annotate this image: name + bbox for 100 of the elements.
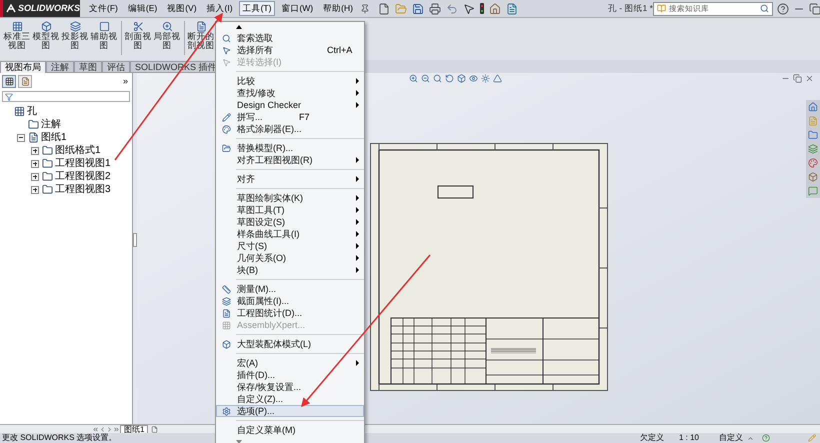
- menu-item[interactable]: 文件(F): [85, 1, 122, 16]
- list-icon[interactable]: [506, 2, 518, 14]
- printer-icon[interactable]: [428, 2, 441, 14]
- expand-icon[interactable]: [31, 172, 39, 180]
- house-icon[interactable]: [488, 2, 501, 14]
- tree-item[interactable]: 工程图视图1: [55, 158, 111, 168]
- menu-item[interactable]: 插件(D)...: [216, 369, 364, 381]
- layers-icon[interactable]: [808, 144, 818, 154]
- tree-item[interactable]: 工程图视图3: [55, 184, 111, 194]
- toolbar-button[interactable]: 剖面视图: [124, 21, 152, 50]
- tab[interactable]: 草图: [74, 61, 102, 73]
- pointer-icon[interactable]: [462, 2, 475, 14]
- sheet-tab[interactable]: 图纸1: [120, 424, 148, 434]
- filter-field[interactable]: [2, 91, 130, 102]
- eye-icon[interactable]: [469, 74, 478, 83]
- expand-icon[interactable]: [31, 186, 39, 194]
- folder-icon[interactable]: [808, 130, 818, 140]
- menu-item[interactable]: 套索选取: [216, 32, 364, 44]
- menu-item[interactable]: 查找/修改: [216, 87, 364, 99]
- next-icon[interactable]: [106, 426, 113, 432]
- previous-icon[interactable]: [99, 426, 106, 432]
- menu-item[interactable]: 自定义菜单(M): [216, 424, 364, 436]
- toolbar-button[interactable]: 局部视图: [153, 21, 181, 50]
- help-icon[interactable]: [776, 2, 789, 14]
- layers-icon: [70, 21, 80, 32]
- toolbar-button[interactable]: 标准三视图: [3, 21, 31, 50]
- menu-item[interactable]: 选项(P)...: [216, 405, 364, 417]
- sun-icon[interactable]: [481, 74, 490, 83]
- property-tab[interactable]: [18, 75, 32, 88]
- collapse-button[interactable]: »: [122, 77, 128, 86]
- expand-icon[interactable]: [31, 160, 39, 168]
- search-icon[interactable]: [433, 74, 442, 83]
- zoom-out-icon[interactable]: [421, 74, 430, 83]
- splitter-handle[interactable]: [133, 233, 137, 247]
- pin-icon[interactable]: [360, 4, 370, 14]
- menu-item[interactable]: 块(B): [216, 264, 364, 276]
- new-file-icon[interactable]: [378, 2, 390, 14]
- undo-icon[interactable]: [446, 2, 458, 14]
- tree-item[interactable]: 孔: [27, 106, 37, 116]
- menu-item[interactable]: 选择所有 Ctrl+A: [216, 44, 364, 56]
- tab[interactable]: 注解: [46, 61, 74, 73]
- tree-item[interactable]: 注解: [41, 120, 61, 130]
- tree-item[interactable]: 图纸1: [41, 132, 67, 142]
- cube-icon[interactable]: [808, 172, 818, 182]
- toolbar-button[interactable]: 模型视图: [32, 21, 60, 50]
- tree-view-tab[interactable]: [2, 75, 16, 88]
- menu-item[interactable]: 草图设定(S): [216, 216, 364, 228]
- menu-item[interactable]: 替换模型(R)...: [216, 142, 364, 154]
- menu-item[interactable]: 截面属性(I)...: [216, 295, 364, 307]
- menu-item[interactable]: Design Checker: [216, 99, 364, 111]
- menu-item[interactable]: 宏(A): [216, 357, 364, 369]
- window-title: 孔 - 图纸1 *: [608, 2, 653, 15]
- collapse-icon[interactable]: [17, 134, 25, 142]
- restore-icon[interactable]: [808, 2, 820, 14]
- caret-icon[interactable]: [747, 434, 754, 442]
- menu-item[interactable]: 格式涂刷器(E)...: [216, 123, 364, 135]
- menu-item[interactable]: 对齐工程图视图(R): [216, 154, 364, 166]
- menu-item[interactable]: 样条曲线工具(I): [216, 228, 364, 240]
- menu-item[interactable]: 比较: [216, 75, 364, 87]
- menu-item[interactable]: 对齐: [216, 173, 364, 185]
- scroll-down-icon[interactable]: [236, 440, 242, 443]
- save-icon[interactable]: [412, 2, 424, 14]
- menu-item[interactable]: 视图(V): [163, 1, 201, 16]
- menu-item[interactable]: 插入(I): [202, 1, 237, 16]
- menu-item[interactable]: 草图工具(T): [216, 204, 364, 216]
- menu-item[interactable]: 保存/恢复设置...: [216, 381, 364, 393]
- help-icon[interactable]: [762, 434, 770, 442]
- toolbar-button[interactable]: 辅助视图: [90, 21, 118, 50]
- zoom-in-icon[interactable]: [409, 74, 418, 83]
- menu-item[interactable]: 工具(T): [238, 1, 276, 16]
- last-icon[interactable]: [113, 426, 120, 432]
- menu-item[interactable]: 尺寸(S): [216, 240, 364, 252]
- menu-item[interactable]: 工程图统计(D)...: [216, 307, 364, 319]
- triangle-icon[interactable]: [493, 74, 502, 83]
- scroll-up-icon[interactable]: [236, 25, 242, 29]
- close-icon[interactable]: [805, 74, 814, 83]
- first-icon[interactable]: [92, 426, 99, 432]
- tree-item[interactable]: 工程图视图2: [55, 172, 111, 182]
- menu-item[interactable]: 大型装配体模式(L): [216, 338, 364, 350]
- tree-item[interactable]: 图纸格式1: [55, 146, 101, 156]
- menu-item[interactable]: 窗口(W): [277, 1, 318, 16]
- menu-item[interactable]: 测量(M)...: [216, 283, 364, 295]
- tab[interactable]: 评估: [102, 61, 130, 73]
- search-icon[interactable]: [760, 4, 769, 13]
- traffic-light-icon[interactable]: [480, 3, 484, 14]
- cube-icon[interactable]: [457, 74, 466, 83]
- rotate-icon[interactable]: [445, 74, 454, 83]
- restore-icon[interactable]: [793, 74, 802, 83]
- menu-item[interactable]: 自定义(Z)...: [216, 393, 364, 405]
- menu-item[interactable]: 几何关系(O): [216, 252, 364, 264]
- tab[interactable]: 视图布局: [0, 61, 46, 73]
- menu-item[interactable]: 草图绘制实体(K): [216, 192, 364, 204]
- menu-item[interactable]: 编辑(E): [124, 1, 162, 16]
- add-sheet-icon[interactable]: [151, 426, 158, 432]
- house-icon[interactable]: [808, 102, 818, 112]
- palette-icon[interactable]: [808, 158, 818, 168]
- toolbar-button[interactable]: 投影视图: [61, 21, 89, 50]
- menu-item[interactable]: 拼写... F7: [216, 111, 364, 123]
- menu-item[interactable]: 帮助(H): [319, 1, 357, 16]
- expand-icon[interactable]: [31, 146, 39, 154]
